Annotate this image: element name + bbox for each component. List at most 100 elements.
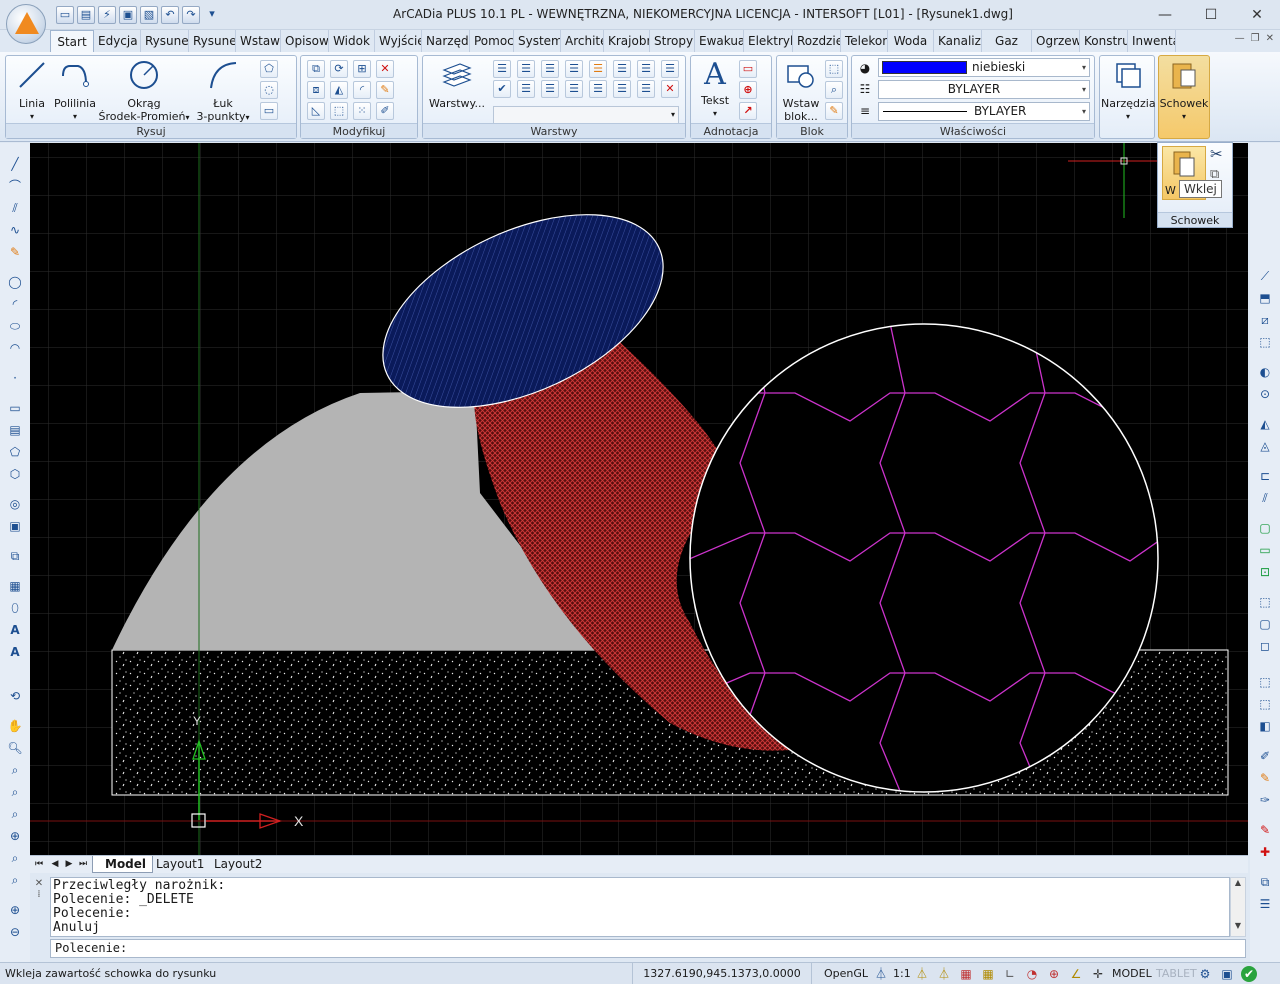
settings-gear-icon[interactable]: ⚙ bbox=[1197, 966, 1213, 982]
layer-tool-1-icon[interactable]: ☰ bbox=[493, 60, 511, 78]
snap-settings-icon[interactable]: ▢ bbox=[1256, 615, 1274, 633]
ok-status-icon[interactable]: ✔ bbox=[1241, 966, 1257, 982]
tablet-toggle[interactable]: TABLET bbox=[1156, 967, 1197, 980]
draw-wipeout-icon[interactable]: ▣ bbox=[6, 517, 24, 535]
zoom-minus-icon[interactable]: ⊖ bbox=[6, 923, 24, 941]
copy-icon[interactable]: ⧉ bbox=[307, 60, 325, 78]
draw-arc-icon[interactable]: ◜ bbox=[6, 295, 24, 313]
ribbon-tab[interactable]: Krajobra bbox=[604, 30, 650, 52]
ribbon-tab[interactable]: Rysuneł bbox=[189, 30, 236, 52]
layer-tool-13-icon[interactable]: ☰ bbox=[589, 80, 607, 98]
pan-icon[interactable]: ✋ bbox=[6, 717, 24, 735]
rectangle-icon[interactable]: ▭ bbox=[260, 102, 278, 120]
dimension-icon[interactable]: ▭ bbox=[739, 60, 757, 78]
stretch-icon[interactable]: ◺ bbox=[307, 102, 325, 120]
ribbon-tab[interactable]: Stropy bbox=[650, 30, 695, 52]
layer-delete-icon[interactable]: ✕ bbox=[661, 80, 679, 98]
tool-red-icon[interactable]: ✎ bbox=[1256, 821, 1274, 839]
snap-clear-icon[interactable]: ◻ bbox=[1256, 637, 1274, 655]
draw-boundary-icon[interactable]: ⬯ bbox=[6, 599, 24, 617]
layer-tool-2-icon[interactable]: ☰ bbox=[517, 60, 535, 78]
tool-add-icon[interactable]: ✚ bbox=[1256, 843, 1274, 861]
ribbon-tab[interactable]: Ogrzew bbox=[1032, 30, 1080, 52]
ribbon-tab[interactable]: Edycja bbox=[94, 30, 141, 52]
layer-dropdown[interactable]: ▾ bbox=[493, 106, 679, 124]
command-window-grip[interactable]: ✕ ⁞ bbox=[32, 878, 46, 958]
cut-icon[interactable]: ✂ bbox=[1210, 145, 1228, 163]
otrack-icon[interactable]: ∠ bbox=[1068, 966, 1084, 982]
ribbon-tab[interactable]: Ewakua bbox=[695, 30, 744, 52]
grid-mode-icon[interactable]: ▦ bbox=[980, 966, 996, 982]
ortho-mode-icon[interactable]: ∟ bbox=[1002, 966, 1018, 982]
zoom-plus-icon[interactable]: ⊕ bbox=[6, 901, 24, 919]
tool-layer-icon[interactable]: ⧉ bbox=[1256, 873, 1274, 891]
fullscreen-icon[interactable]: ▣ bbox=[1219, 966, 1235, 982]
draw-sketch-icon[interactable]: ✎ bbox=[6, 243, 24, 261]
ribbon-tab[interactable]: Narzędz bbox=[422, 30, 470, 52]
view-side-icon[interactable]: ◧ bbox=[1256, 717, 1274, 735]
layer-tool-7-icon[interactable]: ☰ bbox=[637, 60, 655, 78]
ribbon-tab[interactable]: Inwenta bbox=[1128, 30, 1176, 52]
snap-insert-icon[interactable]: ▢ bbox=[1256, 519, 1274, 537]
line-button[interactable]: Linia ▾ bbox=[12, 58, 52, 123]
renderer-label[interactable]: OpenGL bbox=[824, 967, 868, 980]
annotation-scale-icon[interactable]: ⏃ bbox=[873, 966, 889, 982]
snap-apparent-icon[interactable]: ⬚ bbox=[1256, 333, 1274, 351]
layer-tool-9-icon[interactable]: ✔ bbox=[493, 80, 511, 98]
center-mark-icon[interactable]: ⊕ bbox=[739, 81, 757, 99]
doc-restore-icon[interactable]: ❐ bbox=[1251, 33, 1260, 44]
polar-tracking-icon[interactable]: ◔ bbox=[1024, 966, 1040, 982]
maximize-button[interactable]: ☐ bbox=[1188, 0, 1234, 30]
linetype-select[interactable]: BYLAYER ▾ bbox=[878, 80, 1090, 99]
ellipse-icon[interactable]: ◌ bbox=[260, 81, 278, 99]
doc-minimize-icon[interactable]: — bbox=[1235, 33, 1245, 44]
ribbon-tab[interactable]: Architeł bbox=[561, 30, 604, 52]
block-edit-icon[interactable]: ✎ bbox=[825, 102, 843, 120]
layers-button[interactable]: Warstwy... bbox=[427, 58, 487, 110]
zoom-in-icon[interactable]: ⊕ bbox=[6, 827, 24, 845]
move-icon[interactable]: ⊞ bbox=[353, 60, 371, 78]
ribbon-tab[interactable]: System bbox=[514, 30, 561, 52]
scale-icon[interactable]: ⬚ bbox=[330, 102, 348, 120]
draw-ellipse-icon[interactable]: ⬭ bbox=[6, 317, 24, 335]
array-icon[interactable]: ⁙ bbox=[353, 102, 371, 120]
ribbon-tab[interactable]: Pomoc bbox=[470, 30, 514, 52]
draw-multiline-icon[interactable]: ⫽ bbox=[6, 199, 24, 217]
draw-point-icon[interactable]: · bbox=[6, 369, 24, 387]
ribbon-tab[interactable]: Start bbox=[50, 30, 94, 53]
color-select[interactable]: niebieski ▾ bbox=[878, 58, 1090, 77]
ribbon-tab[interactable]: Kanalizc bbox=[934, 30, 982, 52]
command-scrollbar[interactable]: ▲ ▼ bbox=[1230, 877, 1246, 937]
offset-icon[interactable]: ⧈ bbox=[307, 81, 325, 99]
measure-icon[interactable]: ✐ bbox=[1256, 747, 1274, 765]
draw-spline-icon[interactable]: ∿ bbox=[6, 221, 24, 239]
snap-node-icon[interactable]: ▭ bbox=[1256, 541, 1274, 559]
draw-polyline-icon[interactable]: ⌒ bbox=[6, 177, 24, 195]
zoom-window-icon[interactable]: ⌕ bbox=[6, 761, 24, 779]
ribbon-tab[interactable]: Elektryk bbox=[744, 30, 793, 52]
layer-tool-12-icon[interactable]: ☰ bbox=[565, 80, 583, 98]
color-wheel-icon[interactable]: ◕ bbox=[856, 59, 874, 77]
ribbon-tab[interactable]: Widok bbox=[329, 30, 375, 52]
zoom-realtime-icon[interactable]: 🔍︎ bbox=[6, 739, 24, 757]
rotate-icon[interactable]: ⟳ bbox=[330, 60, 348, 78]
text-button[interactable]: A Tekst ▾ bbox=[695, 58, 735, 120]
snap-intersection-icon[interactable]: ⧄ bbox=[1256, 311, 1274, 329]
auto-scale-icon[interactable]: ⏃ bbox=[936, 966, 952, 982]
pencil-icon[interactable]: ✎ bbox=[1256, 769, 1274, 787]
layout-tab-layout1[interactable]: Layout1 bbox=[144, 856, 210, 873]
view-3d-icon[interactable]: ⬚ bbox=[1256, 673, 1274, 691]
polygon-icon[interactable]: ⬠ bbox=[260, 60, 278, 78]
snap-quadrant-icon[interactable]: ◭ bbox=[1256, 415, 1274, 433]
match-properties-icon[interactable]: ✐ bbox=[376, 102, 394, 120]
layer-tool-14-icon[interactable]: ☰ bbox=[613, 80, 631, 98]
snap-center-icon[interactable]: ⊙ bbox=[1256, 385, 1274, 403]
snap-midpoint-icon[interactable]: ⬒ bbox=[1256, 289, 1274, 307]
snap-tangent-icon[interactable]: ◬ bbox=[1256, 437, 1274, 455]
model-space-toggle[interactable]: MODEL bbox=[1112, 967, 1152, 980]
annotation-scale[interactable]: 1:1 bbox=[893, 967, 911, 980]
view-front-icon[interactable]: ⬚ bbox=[1256, 695, 1274, 713]
snap-parallel-icon[interactable]: ⫽ bbox=[1256, 489, 1274, 507]
ribbon-tab[interactable]: Konstru bbox=[1080, 30, 1128, 52]
layer-tool-5-icon[interactable]: ☰ bbox=[589, 60, 607, 78]
